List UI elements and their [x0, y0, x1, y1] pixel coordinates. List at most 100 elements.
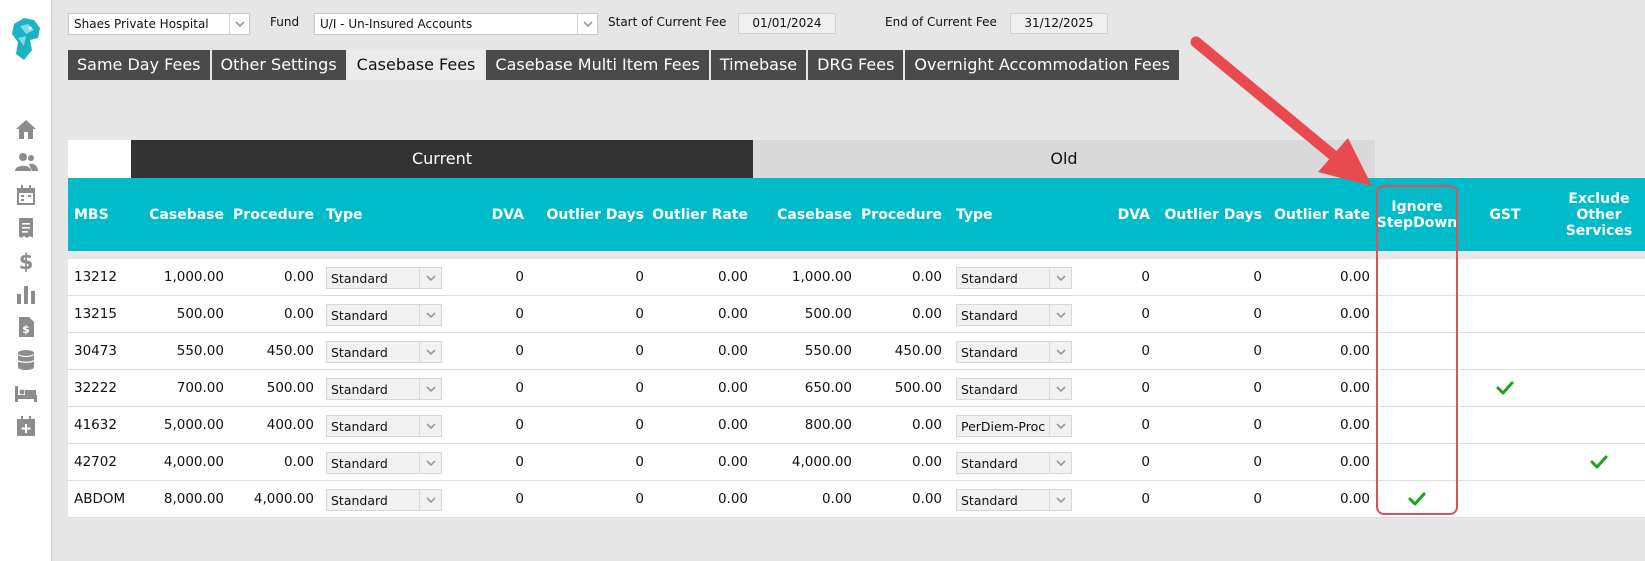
hospital-select[interactable]: Shaes Private Hospital — [68, 13, 250, 35]
type-select[interactable]: Standard — [326, 452, 442, 474]
col-old-outlier-rate[interactable]: Outlier Rate — [1266, 178, 1370, 251]
cell-casebase[interactable]: 4,000.00 — [138, 444, 224, 480]
cell-outlier-rate[interactable]: 0.00 — [648, 481, 748, 517]
tab-casebase-fees[interactable]: Casebase Fees — [347, 50, 485, 80]
start-date-field[interactable]: 01/01/2024 — [738, 13, 836, 34]
cell-casebase[interactable]: 1,000.00 — [138, 259, 224, 295]
receipt-icon[interactable] — [14, 217, 38, 239]
cell-outlier-days[interactable]: 0 — [538, 481, 644, 517]
col-old-type[interactable]: Type — [956, 178, 1016, 251]
cell-outlier-days[interactable]: 0 — [538, 333, 644, 369]
cell-dva[interactable]: 0 — [458, 333, 524, 369]
cell-gst[interactable] — [1468, 296, 1542, 332]
cell-outlier-rate[interactable]: 0.00 — [648, 370, 748, 406]
cell-dva[interactable]: 0 — [458, 259, 524, 295]
cell-gst[interactable] — [1468, 481, 1542, 517]
cell-procedure[interactable]: 4,000.00 — [228, 481, 314, 517]
cell-dva[interactable]: 0 — [458, 481, 524, 517]
home-icon[interactable] — [14, 118, 38, 140]
dog-head-logo-icon[interactable] — [10, 16, 42, 62]
col-procedure[interactable]: Procedure — [228, 178, 314, 251]
bar-chart-icon[interactable] — [14, 283, 38, 305]
cell-gst[interactable] — [1468, 333, 1542, 369]
users-icon[interactable] — [14, 151, 38, 173]
cell-outlier-rate[interactable]: 0.00 — [648, 407, 748, 443]
cell-casebase[interactable]: 500.00 — [138, 296, 224, 332]
dollar-icon[interactable]: $ — [14, 250, 38, 272]
cell-outlier-days[interactable]: 0 — [538, 370, 644, 406]
cell-exclude-other-services[interactable] — [1554, 407, 1644, 443]
type-select[interactable]: Standard — [326, 341, 442, 363]
tab-other-settings[interactable]: Other Settings — [211, 50, 346, 80]
cell-outlier-rate[interactable]: 0.00 — [648, 259, 748, 295]
col-type[interactable]: Type — [326, 178, 386, 251]
cell-gst[interactable] — [1468, 407, 1542, 443]
tab-same-day-fees[interactable]: Same Day Fees — [68, 50, 210, 80]
cell-dva[interactable]: 0 — [458, 407, 524, 443]
cell-outlier-rate[interactable]: 0.00 — [648, 333, 748, 369]
cell-casebase[interactable]: 8,000.00 — [138, 481, 224, 517]
invoice-icon[interactable]: $ — [14, 316, 38, 338]
col-gst[interactable]: GST — [1468, 178, 1542, 251]
cell-exclude-other-services[interactable] — [1554, 333, 1644, 369]
cell-exclude-other-services[interactable] — [1554, 370, 1644, 406]
cell-procedure[interactable]: 500.00 — [228, 370, 314, 406]
cell-exclude-other-services[interactable] — [1554, 296, 1644, 332]
cell-dva[interactable]: 0 — [458, 296, 524, 332]
old-type-select[interactable]: Standard — [956, 489, 1072, 511]
calendar-icon[interactable] — [14, 184, 38, 206]
col-old-casebase[interactable]: Casebase — [766, 178, 852, 251]
cell-gst[interactable] — [1468, 259, 1542, 295]
cell-gst[interactable] — [1468, 370, 1542, 406]
type-select[interactable]: Standard — [326, 304, 442, 326]
type-select[interactable]: Standard — [326, 267, 442, 289]
old-type-select[interactable]: Standard — [956, 304, 1072, 326]
col-mbs[interactable]: MBS — [74, 178, 134, 251]
cell-procedure[interactable]: 0.00 — [228, 444, 314, 480]
cell-outlier-rate[interactable]: 0.00 — [648, 444, 748, 480]
type-select[interactable]: Standard — [326, 378, 442, 400]
cell-exclude-other-services[interactable] — [1554, 444, 1644, 480]
cell-procedure[interactable]: 0.00 — [228, 259, 314, 295]
col-outlier-rate[interactable]: Outlier Rate — [648, 178, 748, 251]
cell-procedure[interactable]: 0.00 — [228, 296, 314, 332]
database-icon[interactable] — [14, 349, 38, 371]
cell-procedure[interactable]: 450.00 — [228, 333, 314, 369]
col-old-outlier-days[interactable]: Outlier Days — [1156, 178, 1262, 251]
old-type-select[interactable]: Standard — [956, 452, 1072, 474]
cell-outlier-rate[interactable]: 0.00 — [648, 296, 748, 332]
type-select[interactable]: Standard — [326, 415, 442, 437]
tab-timebase[interactable]: Timebase — [710, 50, 807, 80]
cell-procedure[interactable]: 400.00 — [228, 407, 314, 443]
cell-outlier-days[interactable]: 0 — [538, 259, 644, 295]
cell-casebase[interactable]: 700.00 — [138, 370, 224, 406]
cell-dva[interactable]: 0 — [458, 370, 524, 406]
cell-exclude-other-services[interactable] — [1554, 481, 1644, 517]
cell-outlier-days[interactable]: 0 — [538, 444, 644, 480]
calendar-plus-icon[interactable] — [14, 415, 38, 437]
old-type-select[interactable]: Standard — [956, 267, 1072, 289]
tab-overnight-accommodation-fees[interactable]: Overnight Accommodation Fees — [905, 50, 1179, 80]
fund-select[interactable]: U/I - Un-Insured Accounts — [314, 13, 598, 35]
col-old-procedure[interactable]: Procedure — [856, 178, 942, 251]
end-date-field[interactable]: 31/12/2025 — [1010, 13, 1108, 34]
cell-casebase[interactable]: 550.00 — [138, 333, 224, 369]
col-dva[interactable]: DVA — [458, 178, 524, 251]
cell-casebase[interactable]: 5,000.00 — [138, 407, 224, 443]
cell-outlier-days[interactable]: 0 — [538, 296, 644, 332]
cell-outlier-days[interactable]: 0 — [538, 407, 644, 443]
col-casebase[interactable]: Casebase — [138, 178, 224, 251]
cell-dva[interactable]: 0 — [458, 444, 524, 480]
tab-drg-fees[interactable]: DRG Fees — [808, 50, 904, 80]
old-type-select[interactable]: Standard — [956, 378, 1072, 400]
old-type-select[interactable]: Standard — [956, 341, 1072, 363]
cell-gst[interactable] — [1468, 444, 1542, 480]
cell-exclude-other-services[interactable] — [1554, 259, 1644, 295]
tab-casebase-multi-item-fees[interactable]: Casebase Multi Item Fees — [486, 50, 709, 80]
type-select[interactable]: Standard — [326, 489, 442, 511]
col-outlier-days[interactable]: Outlier Days — [538, 178, 644, 251]
col-old-dva[interactable]: DVA — [1084, 178, 1150, 251]
col-exclude-other-services[interactable]: Exclude Other Services — [1554, 178, 1644, 251]
old-type-select[interactable]: PerDiem-Proc — [956, 415, 1072, 437]
bed-icon[interactable] — [14, 382, 38, 404]
